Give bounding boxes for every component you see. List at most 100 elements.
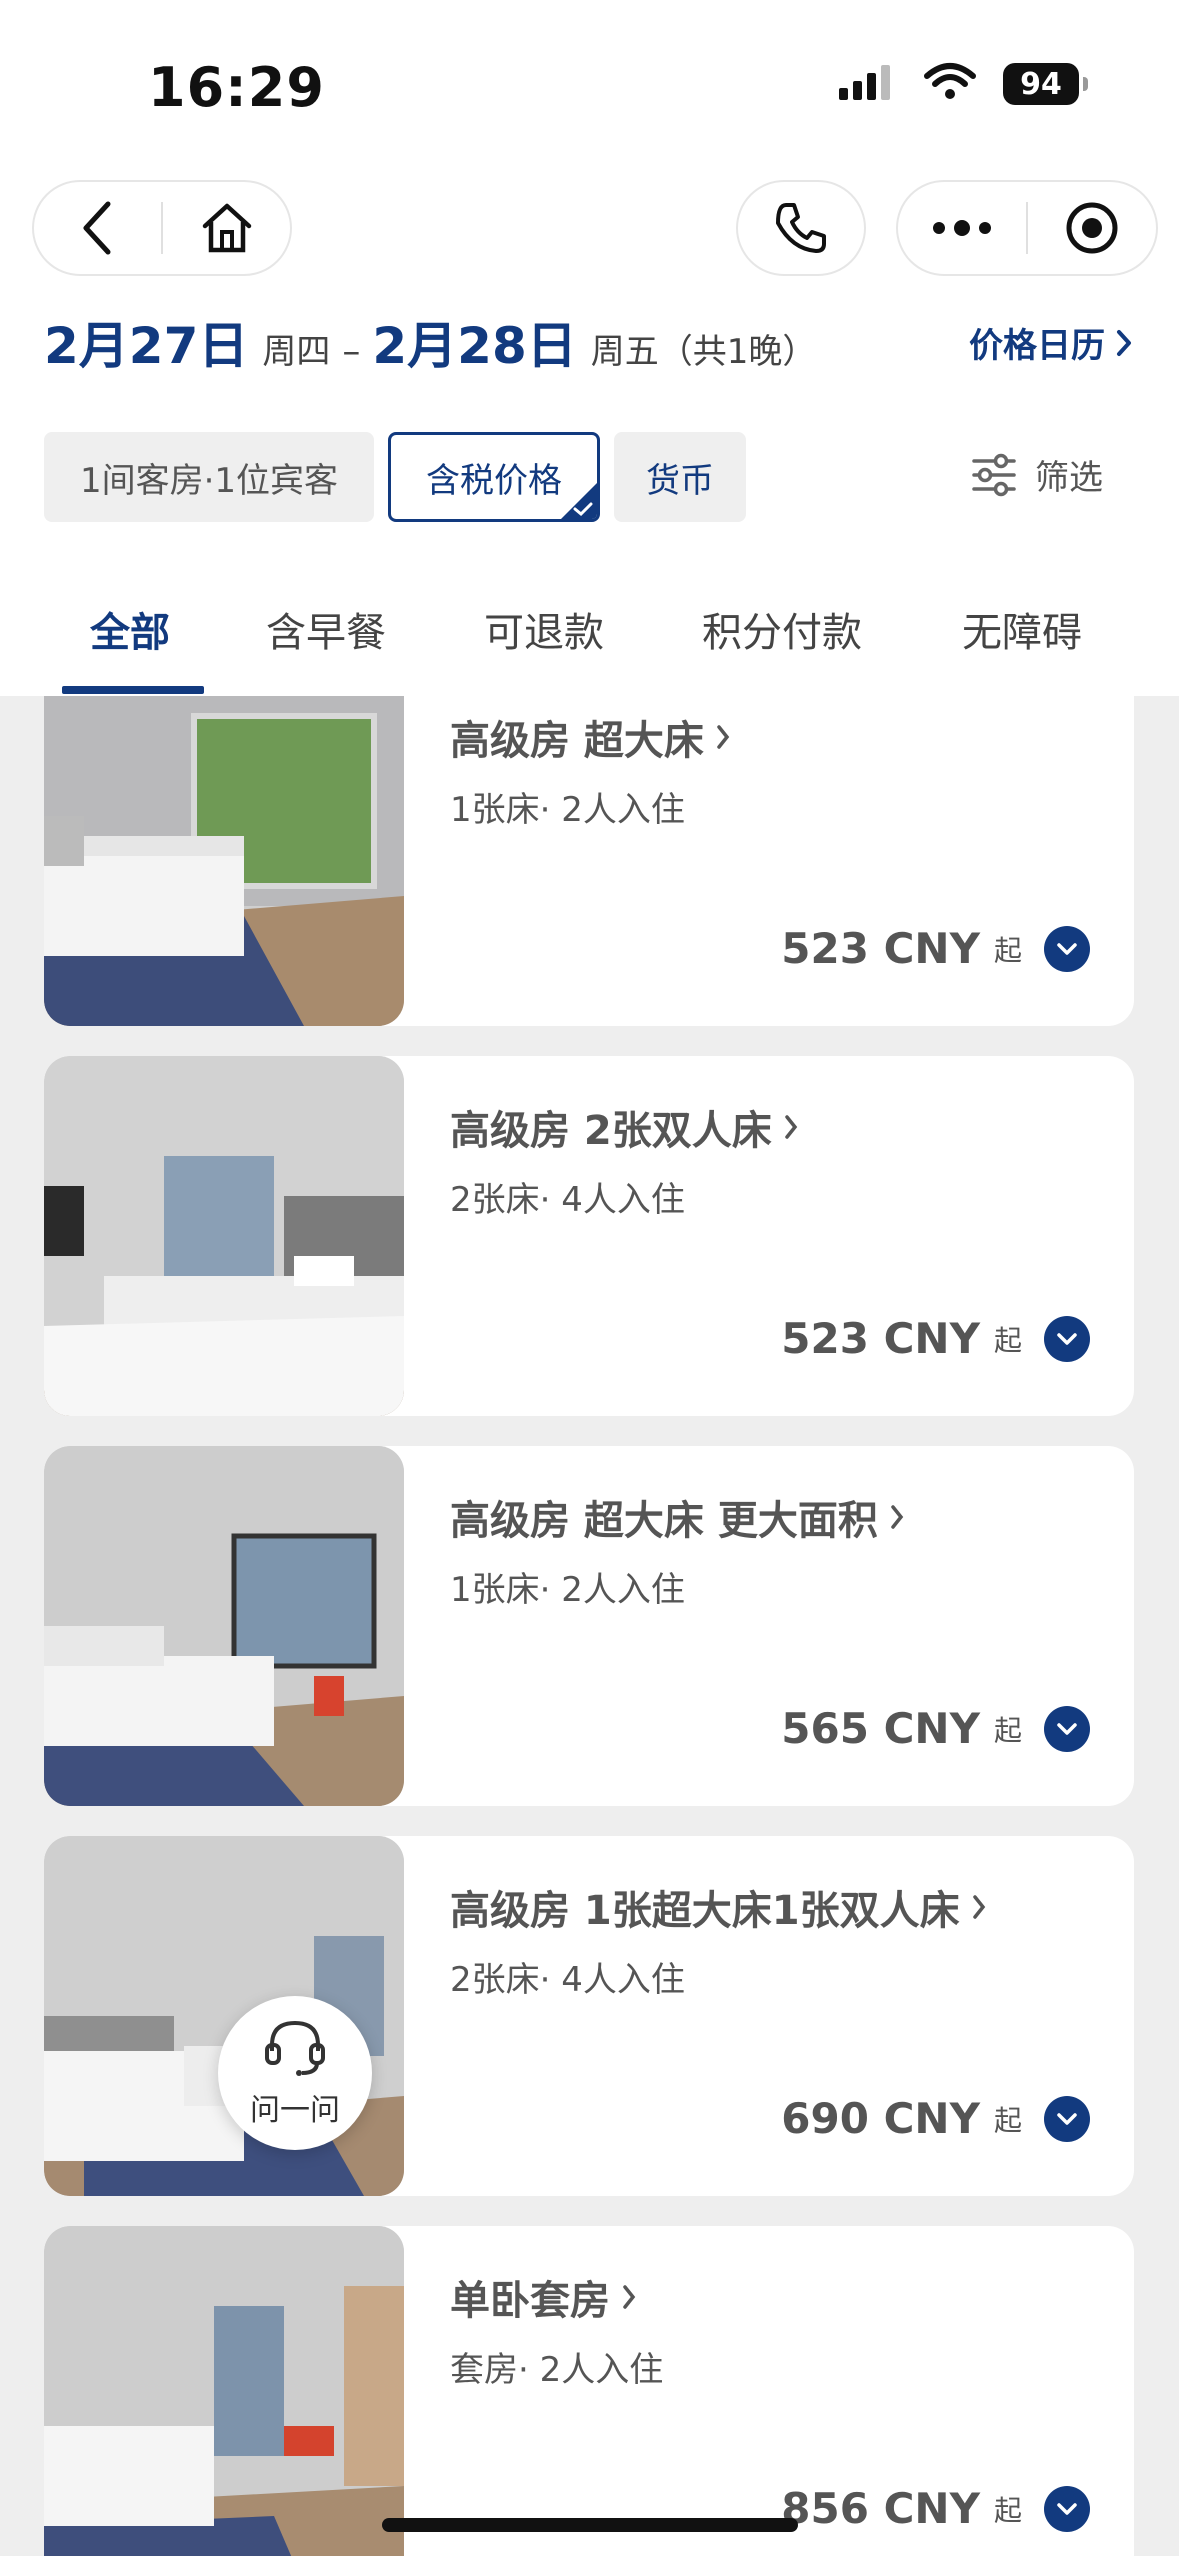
nav-pill-left [32, 180, 292, 276]
room-price: 690 CNY [781, 2094, 980, 2143]
room-title-text: 单卧套房 [450, 2278, 610, 2324]
chevron-left-icon [83, 201, 110, 255]
ask-help-label: 问一问 [250, 2093, 340, 2128]
tax-inclusive-chip[interactable]: 含税价格 [388, 432, 600, 522]
room-list: 高级房 超大床 1张床· 2人入住 523 CNY 起 高级房 2张双人床 2张… [0, 696, 1179, 2556]
room-photo [44, 1056, 404, 1416]
checkout-date: 2月28日 [372, 317, 577, 375]
currency-chip[interactable]: 货币 [614, 432, 746, 522]
expand-rates-button[interactable] [1044, 925, 1090, 972]
room-price: 565 CNY [781, 1704, 980, 1753]
room-card[interactable]: 单卧套房 套房· 2人入住 856 CNY 起 [44, 2226, 1134, 2556]
price-from-label: 起 [993, 2103, 1022, 2137]
room-occupancy: 2张床· 4人入住 [450, 1960, 685, 2000]
headset-icon [265, 2020, 325, 2076]
price-from-label: 起 [993, 2493, 1022, 2527]
chevron-down-icon [1057, 1722, 1077, 1735]
tab-breakfast[interactable]: 含早餐 [266, 600, 386, 658]
room-title[interactable]: 高级房 超大床 [450, 708, 730, 766]
signal-icon [837, 62, 897, 106]
home-indicator[interactable] [382, 2518, 798, 2532]
price-row: 565 CNY 起 [781, 1704, 1090, 1753]
expand-rates-button[interactable] [1044, 1315, 1090, 1362]
back-button[interactable] [34, 182, 161, 274]
room-card[interactable]: 高级房 超大床 1张床· 2人入住 523 CNY 起 [44, 696, 1134, 1026]
more-dots-icon [933, 220, 991, 236]
room-title[interactable]: 高级房 超大床 更大面积 [450, 1488, 904, 1546]
check-icon [573, 502, 593, 517]
phone-icon [776, 203, 826, 253]
room-occupancy: 2张床· 4人入住 [450, 1180, 685, 1220]
expand-rates-button[interactable] [1044, 2095, 1090, 2142]
room-title[interactable]: 高级房 1张超大床1张双人床 [450, 1878, 986, 1936]
tab-refundable[interactable]: 可退款 [484, 600, 604, 658]
checkout-weekday: 周五（共1晚） [590, 332, 817, 372]
room-title-text: 高级房 2张双人床 [450, 1108, 772, 1154]
room-price: 856 CNY [781, 2484, 980, 2533]
battery-indicator: 94 [1003, 63, 1088, 105]
record-target-icon [1066, 202, 1118, 254]
room-photo [44, 696, 404, 1026]
active-tab-indicator [62, 686, 204, 694]
chevron-right-icon [717, 725, 730, 749]
date-range[interactable]: 2月27日 周四 – 2月28日 周五（共1晚） [44, 306, 816, 378]
sliders-icon [972, 453, 1016, 496]
room-occupancy: 套房· 2人入住 [450, 2350, 664, 2390]
close-miniapp-button[interactable] [1028, 182, 1156, 274]
more-button[interactable] [898, 182, 1026, 274]
room-photo [44, 1446, 404, 1806]
tab-all[interactable]: 全部 [90, 600, 170, 658]
date-separator: – [342, 331, 361, 372]
tab-accessible[interactable]: 无障碍 [962, 600, 1082, 658]
room-card[interactable]: 高级房 超大床 更大面积 1张床· 2人入住 565 CNY 起 [44, 1446, 1134, 1806]
tax-inclusive-label: 含税价格 [426, 460, 562, 501]
room-title[interactable]: 单卧套房 [450, 2268, 636, 2326]
phone-button[interactable] [736, 180, 866, 276]
room-card[interactable]: 高级房 2张双人床 2张床· 4人入住 523 CNY 起 [44, 1056, 1134, 1416]
home-icon [202, 203, 251, 253]
guests-chip[interactable]: 1间客房·1位宾客 [44, 432, 374, 522]
tab-points[interactable]: 积分付款 [702, 600, 862, 658]
chevron-down-icon [1057, 2502, 1077, 2515]
price-from-label: 起 [993, 1713, 1022, 1747]
chevron-right-icon [891, 1505, 904, 1529]
checkin-weekday: 周四 [262, 332, 331, 372]
miniapp-capsule [896, 180, 1158, 276]
expand-rates-button[interactable] [1044, 1705, 1090, 1752]
price-from-label: 起 [993, 933, 1022, 967]
chevron-right-icon [1117, 329, 1131, 356]
filter-button[interactable]: 筛选 [971, 450, 1103, 499]
room-card[interactable]: 高级房 1张超大床1张双人床 2张床· 4人入住 690 CNY 起 [44, 1836, 1134, 2196]
chevron-down-icon [1057, 1332, 1077, 1345]
filter-label: 筛选 [1035, 458, 1103, 498]
price-calendar-label: 价格日历 [969, 326, 1105, 366]
checkin-date: 2月27日 [44, 317, 249, 375]
price-row: 523 CNY 起 [781, 924, 1090, 973]
price-calendar-link[interactable]: 价格日历 [969, 318, 1133, 367]
chevron-right-icon [623, 2285, 636, 2309]
room-occupancy: 1张床· 2人入住 [450, 790, 685, 830]
price-row: 690 CNY 起 [781, 2094, 1090, 2143]
price-row: 523 CNY 起 [781, 1314, 1090, 1363]
wifi-icon [923, 62, 977, 106]
expand-rates-button[interactable] [1044, 2485, 1090, 2532]
chevron-down-icon [1057, 942, 1077, 955]
home-button[interactable] [163, 182, 290, 274]
room-occupancy: 1张床· 2人入住 [450, 1570, 685, 1610]
room-title-text: 高级房 超大床 [450, 718, 704, 764]
room-price: 523 CNY [781, 924, 980, 973]
price-from-label: 起 [993, 1323, 1022, 1357]
price-row: 856 CNY 起 [781, 2484, 1090, 2533]
chevron-right-icon [972, 1895, 985, 1919]
room-photo [44, 2226, 404, 2556]
room-title[interactable]: 高级房 2张双人床 [450, 1098, 798, 1156]
status-time: 16:29 [148, 56, 325, 119]
room-price: 523 CNY [781, 1314, 980, 1363]
chevron-down-icon [1057, 2112, 1077, 2125]
room-photo [44, 1836, 404, 2196]
chevron-right-icon [785, 1115, 798, 1139]
status-icons: 94 [837, 62, 1088, 106]
ask-help-button[interactable]: 问一问 [218, 1996, 372, 2150]
room-title-text: 高级房 超大床 更大面积 [450, 1498, 878, 1544]
room-title-text: 高级房 1张超大床1张双人床 [450, 1888, 960, 1934]
